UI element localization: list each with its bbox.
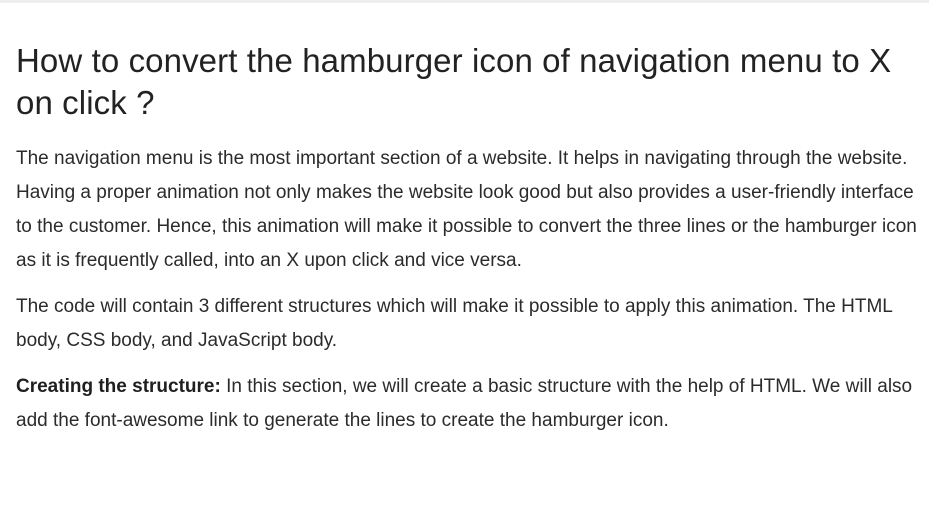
article-title: How to convert the hamburger icon of nav… (16, 42, 892, 121)
top-divider (0, 0, 929, 3)
intro-paragraph: The navigation menu is the most importan… (16, 148, 917, 271)
creating-structure-heading: Creating the structure: (16, 376, 221, 397)
creating-structure-paragraph: Creating the structure: In this section,… (16, 370, 926, 438)
structures-paragraph: The code will contain 3 different struct… (16, 296, 893, 351)
article-body: How to convert the hamburger icon of nav… (16, 40, 926, 438)
